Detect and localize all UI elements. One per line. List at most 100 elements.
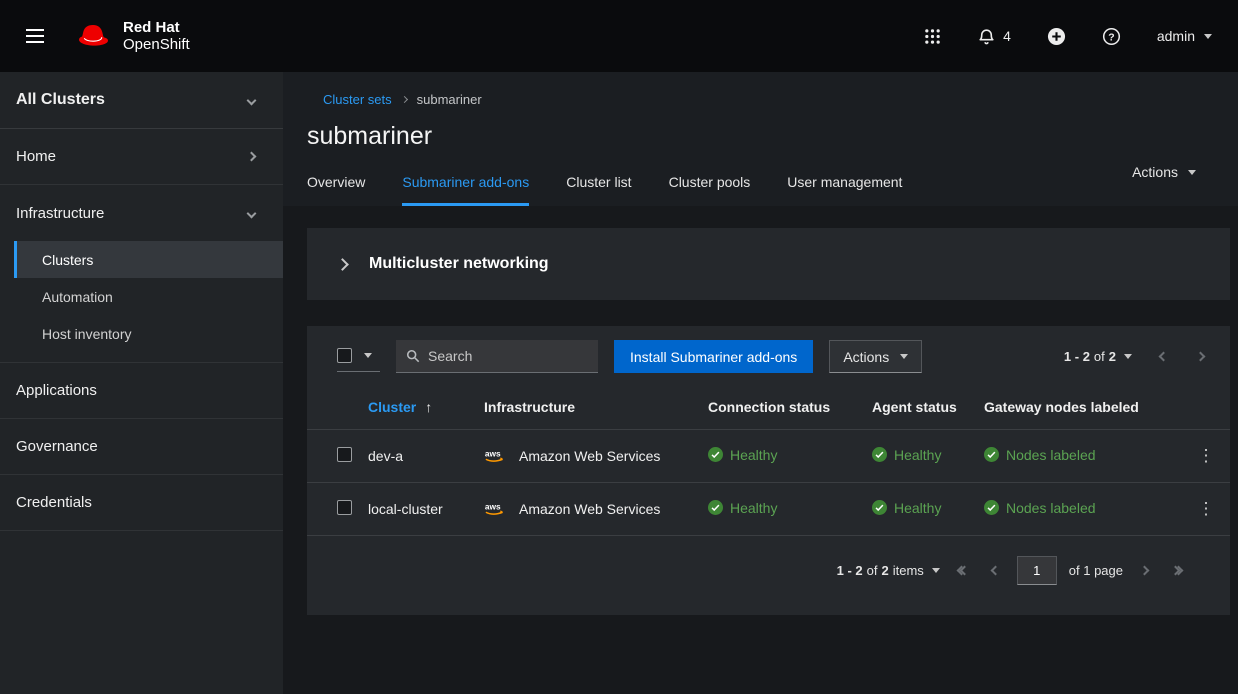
sidebar-item-home[interactable]: Home [0, 129, 283, 185]
agent-status[interactable]: Healthy [872, 447, 941, 463]
brand-text: Red Hat OpenShift [123, 19, 190, 53]
sidebar-item-label: Applications [16, 382, 97, 399]
page-title: submariner [307, 122, 1214, 151]
column-header-connection-status: Connection status [700, 385, 864, 430]
pagination-top: 1 - 2 of 2 [1064, 349, 1204, 364]
chevron-down-icon [247, 208, 257, 218]
sidebar-item-clusters[interactable]: Clusters [14, 241, 283, 278]
sidebar-item-label: Infrastructure [16, 205, 104, 222]
table-row: local-cluster aws Amazon Web Services [307, 483, 1230, 536]
agent-status[interactable]: Healthy [872, 500, 941, 516]
next-page-icon[interactable] [1196, 352, 1206, 362]
notifications-button[interactable]: 4 [977, 27, 1011, 46]
search-box [396, 340, 598, 373]
page-count-label: of 1 page [1069, 563, 1123, 578]
sidebar-item-credentials[interactable]: Credentials [0, 475, 283, 531]
tab-cluster-list[interactable]: Cluster list [566, 174, 631, 206]
user-menu[interactable]: admin [1157, 28, 1212, 44]
column-header-infrastructure: Infrastructure [476, 385, 700, 430]
caret-down-icon [1188, 170, 1196, 175]
breadcrumb-cluster-sets-link[interactable]: Cluster sets [323, 92, 392, 107]
main-content: Cluster sets submariner submariner Actio… [283, 72, 1238, 694]
bulk-select-dropdown[interactable] [337, 342, 380, 372]
aws-icon: aws [484, 448, 510, 464]
kebab-menu-icon[interactable]: ⋮ [1182, 430, 1230, 483]
question-circle-icon: ? [1102, 27, 1121, 46]
redhat-openshift-logo[interactable]: Red Hat OpenShift [72, 19, 190, 53]
row-checkbox[interactable] [337, 500, 352, 515]
cluster-name: local-cluster [360, 483, 476, 536]
prev-page-icon[interactable] [1159, 352, 1169, 362]
caret-down-icon [900, 354, 908, 359]
check-circle-icon [984, 447, 999, 462]
bell-icon [977, 27, 996, 46]
submariner-clusters-table: Cluster ↑ Infrastructure Connection stat… [307, 385, 1230, 536]
breadcrumb-divider-icon [401, 96, 408, 103]
pagination-bottom: 1 - 2 of 2 items of 1 page [307, 536, 1230, 615]
caret-down-icon [364, 353, 372, 358]
infrastructure-cell: aws Amazon Web Services [484, 448, 692, 464]
toolbar-actions-dropdown[interactable]: Actions [829, 340, 922, 373]
table-row: dev-a aws Amazon Web Services H [307, 430, 1230, 483]
sidebar-item-label: Credentials [16, 494, 92, 511]
tab-bar: Overview Submariner add-ons Cluster list… [307, 174, 1214, 206]
tab-user-management[interactable]: User management [787, 174, 902, 206]
tab-cluster-pools[interactable]: Cluster pools [669, 174, 751, 206]
connection-status[interactable]: Healthy [708, 447, 777, 463]
page-content: Multicluster networking Install Submarin… [283, 206, 1238, 615]
last-page-icon[interactable] [1172, 567, 1182, 574]
gateway-status[interactable]: Nodes labeled [984, 500, 1096, 516]
angle-right-icon [336, 258, 349, 271]
aws-icon: aws [484, 501, 510, 517]
kebab-menu-icon[interactable]: ⋮ [1182, 483, 1230, 536]
chevron-right-icon [247, 152, 257, 162]
next-page-icon[interactable] [1140, 566, 1150, 576]
expandable-card-title: Multicluster networking [369, 255, 549, 273]
create-button[interactable] [1047, 27, 1066, 46]
install-submariner-button[interactable]: Install Submariner add-ons [614, 340, 813, 373]
page-actions-dropdown[interactable]: Actions [1132, 164, 1196, 180]
sort-by-cluster[interactable]: Cluster ↑ [368, 399, 432, 415]
brand-line2: OpenShift [123, 36, 190, 53]
prev-page-icon[interactable] [990, 566, 1000, 576]
search-icon [406, 349, 420, 363]
sidebar-item-applications[interactable]: Applications [0, 363, 283, 419]
check-circle-icon [872, 447, 887, 462]
multicluster-networking-expandable[interactable]: Multicluster networking [307, 228, 1230, 300]
cluster-name: dev-a [360, 430, 476, 483]
nav-toggle-icon[interactable] [26, 29, 44, 43]
caret-down-icon [932, 568, 940, 573]
check-circle-icon [708, 447, 723, 462]
help-button[interactable]: ? [1102, 27, 1121, 46]
table-toolbar: Install Submariner add-ons Actions 1 - 2… [307, 326, 1230, 385]
notification-count: 4 [1003, 28, 1011, 44]
connection-status[interactable]: Healthy [708, 500, 777, 516]
cluster-switcher-label: All Clusters [16, 91, 105, 109]
tab-submariner-add-ons[interactable]: Submariner add-ons [402, 174, 529, 206]
pagination-range[interactable]: 1 - 2 of 2 [1064, 349, 1116, 364]
cluster-switcher[interactable]: All Clusters [0, 72, 283, 129]
username: admin [1157, 28, 1195, 44]
sidebar-item-infrastructure[interactable]: Infrastructure [0, 185, 283, 241]
bulk-select-checkbox[interactable] [337, 348, 352, 363]
sidebar-item-label: Home [16, 148, 56, 165]
sidebar-group-infrastructure: Infrastructure Clusters Automation Host … [0, 185, 283, 363]
search-input[interactable] [428, 348, 588, 364]
redhat-hat-icon [72, 21, 114, 51]
table-header-row: Cluster ↑ Infrastructure Connection stat… [307, 385, 1230, 430]
svg-text:aws: aws [485, 501, 501, 511]
pagination-items-range[interactable]: 1 - 2 of 2 items [837, 563, 924, 578]
caret-down-icon [1204, 34, 1212, 39]
sidebar-item-governance[interactable]: Governance [0, 419, 283, 475]
app-launcher-icon[interactable] [924, 28, 941, 45]
sidebar-item-automation[interactable]: Automation [14, 278, 283, 315]
current-page-input[interactable] [1017, 556, 1057, 585]
check-circle-icon [708, 500, 723, 515]
check-circle-icon [872, 500, 887, 515]
gateway-status[interactable]: Nodes labeled [984, 447, 1096, 463]
tab-overview[interactable]: Overview [307, 174, 365, 206]
column-header-actions [1182, 385, 1230, 430]
row-checkbox[interactable] [337, 447, 352, 462]
first-page-icon[interactable] [958, 567, 968, 574]
sidebar-item-host-inventory[interactable]: Host inventory [14, 315, 283, 352]
